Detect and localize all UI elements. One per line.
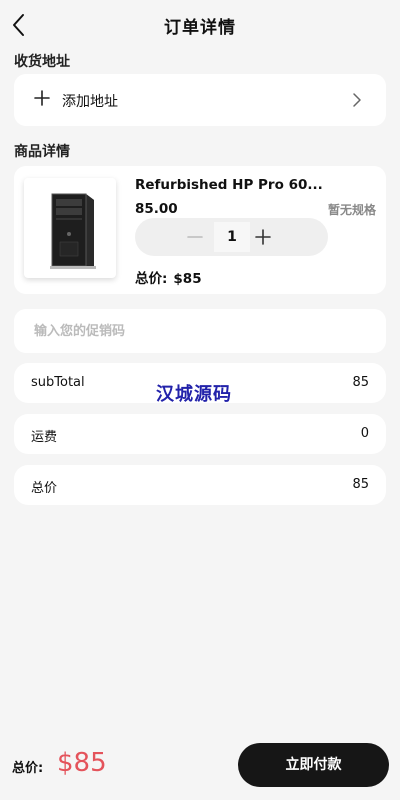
subtotal-value: 85 <box>352 375 369 390</box>
quantity-stepper: 1 <box>135 218 328 256</box>
add-address-button[interactable]: 添加地址 <box>14 74 386 126</box>
product-price: 85.00 <box>135 201 178 217</box>
pay-now-button[interactable]: 立即付款 <box>238 743 389 787</box>
product-spec: 暂无规格 <box>327 203 376 217</box>
subtotal-label: subTotal <box>31 375 85 390</box>
shipping-row: 运费 0 <box>14 414 386 454</box>
product-total-value: $85 <box>173 271 202 287</box>
footer-total-amount: $85 <box>57 748 107 778</box>
product-name[interactable]: Refurbished HP Pro 60... <box>135 177 335 193</box>
plus-icon <box>34 90 50 106</box>
total-value: 85 <box>352 477 369 492</box>
product-card: Refurbished HP Pro 60... 85.00 暂无规格 1 总价… <box>14 166 386 294</box>
order-detail-page: 订单详情 收货地址 添加地址 商品详情 Refurbished HP Pro 6… <box>0 0 400 800</box>
shipping-value: 0 <box>360 426 369 441</box>
address-section-label: 收货地址 <box>14 54 70 70</box>
plus-icon[interactable] <box>253 227 273 247</box>
footer-total-label: 总价: <box>12 761 44 776</box>
promo-card <box>14 309 386 353</box>
chevron-right-icon <box>352 92 362 108</box>
promo-code-input[interactable] <box>22 309 378 353</box>
product-section-label: 商品详情 <box>14 144 70 160</box>
quantity-value[interactable]: 1 <box>214 222 250 252</box>
minus-icon[interactable] <box>185 227 205 247</box>
product-total: 总价: $85 <box>135 267 202 287</box>
product-image[interactable] <box>24 178 116 278</box>
total-row: 总价 85 <box>14 465 386 505</box>
total-label: 总价 <box>31 481 58 496</box>
product-total-label: 总价: <box>135 271 168 287</box>
shipping-label: 运费 <box>31 430 58 445</box>
watermark: 汉城源码 <box>156 384 232 405</box>
add-address-label: 添加地址 <box>62 94 118 110</box>
header: 订单详情 <box>0 0 400 50</box>
page-title: 订单详情 <box>164 18 236 38</box>
